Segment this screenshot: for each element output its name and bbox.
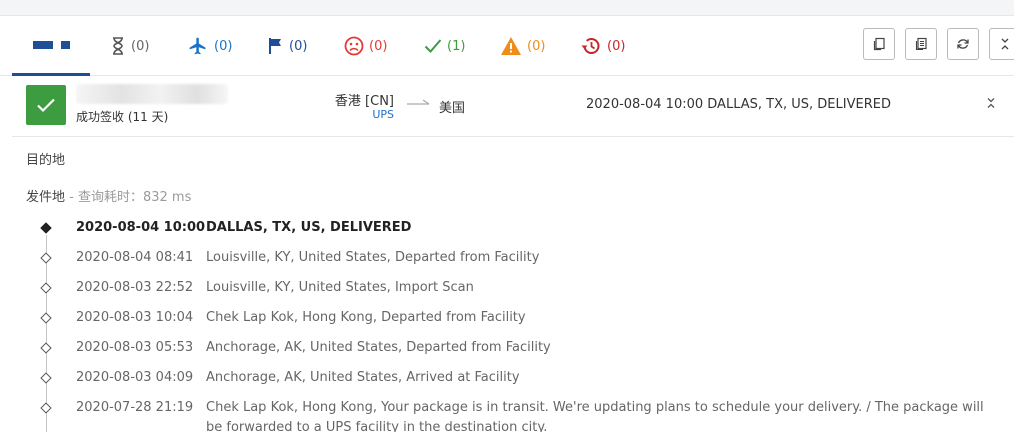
sad-face-icon [344,36,364,56]
top-strip [0,0,1014,16]
event-datetime: 2020-08-03 10:04 [76,310,194,325]
event-description: Chek Lap Kok, Hong Kong, Departed from F… [206,310,526,325]
tab-delivered[interactable]: (1) [424,17,465,75]
tab-count: (0) [527,38,546,54]
flag-icon [269,38,281,54]
event-description: Louisville, KY, United States, Departed … [206,250,540,265]
tab-count: (0) [131,38,150,54]
timeline-node-icon [40,342,52,354]
event-description: Chek Lap Kok, Hong Kong, Your package is… [206,400,984,432]
tab-count: (0) [369,38,388,54]
origin-label: 发件地 - 查询耗时：832 ms [26,186,191,205]
event-datetime: 2020-07-28 21:19 [76,400,194,415]
tab-undelivered[interactable]: (0) [344,17,387,75]
delivered-status-badge [26,85,66,125]
origin-label-text: 发件地 [26,190,66,205]
status-tab-bar: (0) (0) (0) (0) (1) (0) (0) [0,17,1014,76]
check-icon [424,39,442,53]
event-datetime: 2020-08-03 05:53 [76,340,194,355]
event-description: Anchorage, AK, United States, Arrived at… [206,370,520,385]
check-icon [37,98,55,113]
redacted-tracking-number [76,84,228,104]
event-description: Anchorage, AK, United States, Departed f… [206,340,551,355]
tab-in-transit[interactable]: (0) [187,17,232,75]
tab-pending[interactable]: (0) [110,17,149,75]
clipboard-icon [915,37,927,51]
hourglass-icon [113,37,123,55]
warning-icon [501,37,521,55]
tab-pickup[interactable]: (0) [268,17,307,75]
copy-all-button[interactable] [905,28,937,60]
tab-all[interactable] [12,17,90,76]
event-datetime: 2020-08-03 04:09 [76,370,194,385]
copy-icon [873,37,885,51]
query-time: - 查询耗时：832 ms [65,190,192,205]
event-datetime: 2020-08-04 10:00 [76,220,206,235]
list-icon [32,41,53,49]
refresh-button[interactable] [947,28,979,60]
timeline-node-icon [40,222,52,234]
shipment-summary-row[interactable]: 成功签收 (11 天) 香港 [CN] UPS 美国 2020-08-04 10… [12,76,1014,137]
tab-count: (0) [607,38,626,54]
event-datetime: 2020-08-03 22:52 [76,280,194,295]
collapse-icon[interactable] [986,97,996,109]
collapse-icon [1001,38,1009,50]
delivery-status-text: 成功签收 (11 天) [76,110,169,124]
route-arrow-icon [407,99,430,105]
tab-alert[interactable]: (0) [500,17,545,75]
timeline-node-icon [40,402,52,414]
event-description: Louisville, KY, United States, Import Sc… [206,280,474,295]
timeline-node-icon [40,282,52,294]
tab-count: (1) [447,38,466,54]
tab-expired[interactable]: (0) [580,17,625,75]
copy-button[interactable] [863,28,895,60]
carrier-link[interactable]: UPS [312,108,394,121]
timeline-node-icon [40,312,52,324]
destination-label: 目的地 [26,153,66,168]
origin-country: 香港 [CN] [334,94,394,109]
collapse-all-button[interactable] [989,28,1014,60]
tab-count: (0) [214,38,233,54]
airplane-icon [189,37,206,55]
destination-country: 美国 [439,101,466,116]
event-datetime: 2020-08-04 08:41 [76,250,194,265]
history-icon [581,38,600,54]
timeline-node-icon [40,372,52,384]
tab-count: (0) [289,38,308,54]
refresh-icon [957,39,969,49]
list-icon-part [60,41,70,49]
event-description: DALLAS, TX, US, DELIVERED [206,220,412,235]
latest-event: 2020-08-04 10:00 DALLAS, TX, US, DELIVER… [586,97,891,112]
timeline-node-icon [40,252,52,264]
